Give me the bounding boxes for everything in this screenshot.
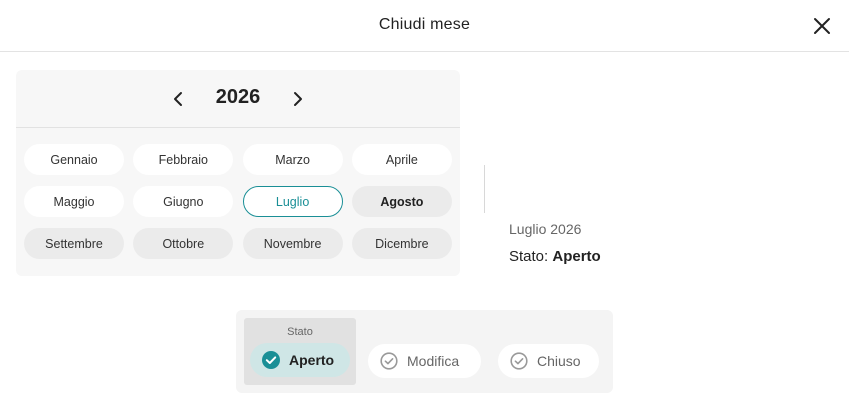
- status-option-chiuso[interactable]: Chiuso: [498, 344, 599, 378]
- dialog-header: Chiudi mese: [0, 0, 849, 52]
- month-ottobre[interactable]: Ottobre: [133, 228, 234, 259]
- month-maggio[interactable]: Maggio: [24, 186, 124, 217]
- selected-status: Stato: Aperto: [509, 248, 601, 265]
- month-marzo[interactable]: Marzo: [242, 144, 343, 175]
- month-giugno[interactable]: Giugno: [133, 186, 234, 217]
- year-navigation: 2026: [16, 70, 460, 128]
- vertical-divider: [484, 165, 485, 213]
- status-option-label: Modifica: [407, 353, 460, 369]
- status-option-modifica[interactable]: Modifica: [368, 344, 481, 378]
- month-calendar: 2026 Gennaio Febbraio Marzo Aprile Maggi…: [16, 70, 460, 276]
- month-dicembre[interactable]: Dicembre: [351, 228, 452, 259]
- chevron-right-icon: [294, 92, 302, 106]
- month-novembre[interactable]: Novembre: [242, 228, 343, 259]
- month-aprile[interactable]: Aprile: [351, 144, 452, 175]
- chevron-left-icon: [174, 92, 182, 106]
- month-grid: Gennaio Febbraio Marzo Aprile Maggio Giu…: [24, 144, 452, 259]
- next-year-button[interactable]: [287, 88, 309, 110]
- month-febbraio[interactable]: Febbraio: [133, 144, 234, 175]
- month-luglio[interactable]: Luglio: [242, 186, 343, 217]
- status-value: Aperto: [552, 248, 601, 265]
- close-button[interactable]: [811, 15, 833, 37]
- dialog-title: Chiudi mese: [378, 16, 471, 33]
- status-prefix: Stato:: [509, 248, 549, 265]
- check-circle-outline-icon: [510, 352, 528, 370]
- previous-year-button[interactable]: [167, 88, 189, 110]
- status-option-label: Aperto: [289, 352, 335, 368]
- check-circle-icon: [262, 351, 280, 369]
- close-icon: [814, 18, 830, 34]
- month-agosto[interactable]: Agosto: [351, 186, 452, 217]
- month-settembre[interactable]: Settembre: [24, 228, 124, 259]
- month-gennaio[interactable]: Gennaio: [24, 144, 124, 175]
- check-circle-outline-icon: [380, 352, 398, 370]
- selected-period: Luglio 2026: [509, 221, 582, 237]
- status-label: Stato: [287, 326, 313, 338]
- status-option-aperto[interactable]: Aperto: [250, 343, 350, 377]
- year-label: 2026: [215, 86, 261, 108]
- status-option-label: Chiuso: [537, 353, 581, 369]
